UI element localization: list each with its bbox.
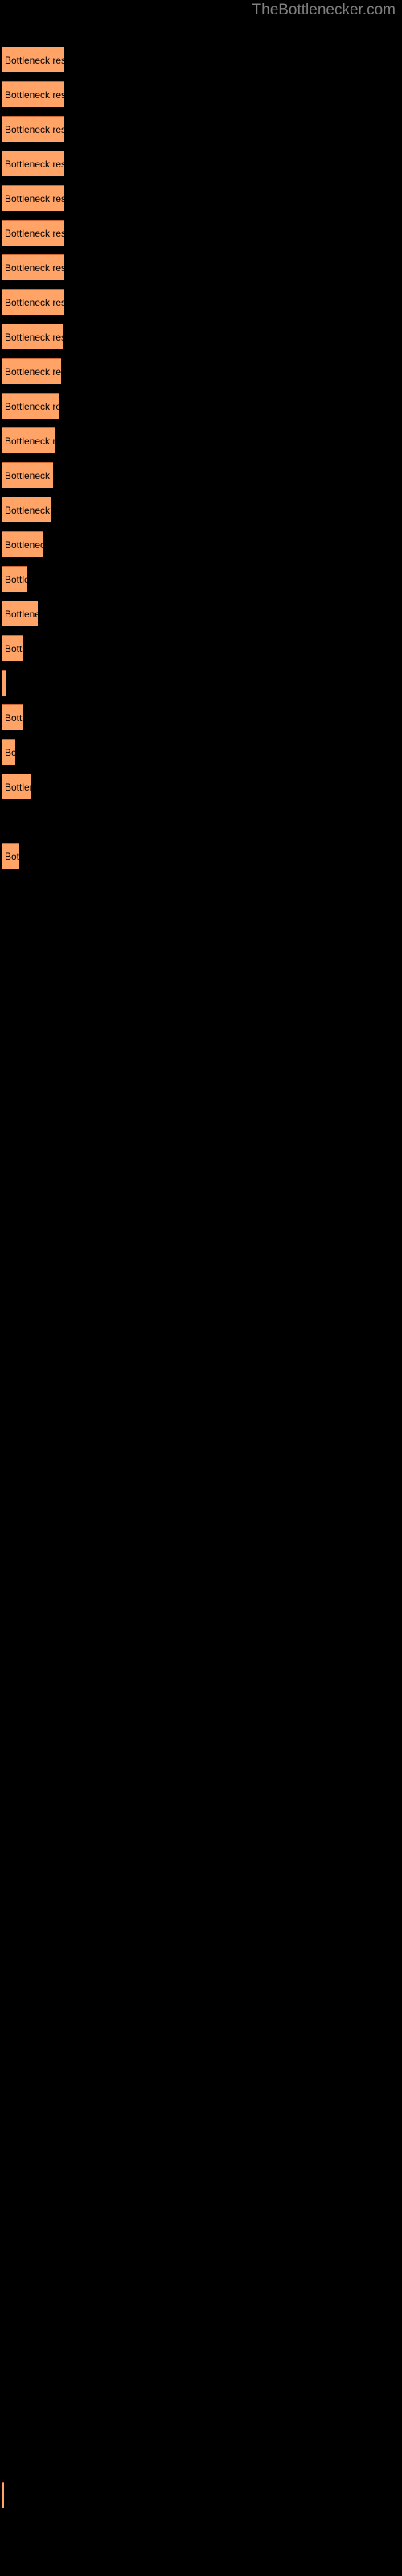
bar-label: Bottleneck result: [5, 227, 64, 239]
bottleneck-chart: TheBottlenecker.com Bottleneck result Bot…: [0, 0, 402, 2576]
bar-label: Bottleneck result: [5, 123, 64, 135]
bar-label: Bottleneck result: [5, 89, 64, 101]
bar-label: Bottleneck result: [5, 573, 27, 585]
bar-label: Bottleneck result: [5, 504, 51, 516]
bar-9[interactable]: Bottleneck result: [2, 324, 63, 349]
bar-25[interactable]: Bottleneck result: [2, 2482, 4, 2508]
bar-3[interactable]: Bottleneck result: [2, 116, 64, 142]
bar-5[interactable]: Bottleneck result: [2, 185, 64, 211]
bar-label: Bottleneck result: [5, 54, 64, 66]
bar-12[interactable]: Bottleneck result: [2, 427, 55, 453]
bar-11[interactable]: Bottleneck result: [2, 393, 59, 419]
bar-1[interactable]: Bottleneck result: [2, 47, 64, 72]
bar-label: Bottleneck result: [5, 539, 43, 551]
bar-label: Bottleneck result: [5, 158, 64, 170]
bar-label: Bottleneck result: [5, 608, 38, 620]
bar-4[interactable]: Bottleneck result: [2, 151, 64, 176]
bar-17[interactable]: Bottleneck result: [2, 601, 38, 626]
bar-label: Bottleneck result: [5, 781, 31, 793]
bar-label: Bottleneck result: [5, 296, 64, 308]
bar-label: Bottleneck result: [5, 192, 64, 204]
bar-14[interactable]: Bottleneck result: [2, 497, 51, 522]
bar-15[interactable]: Bottleneck result: [2, 531, 43, 557]
bar-10[interactable]: Bottleneck result: [2, 358, 61, 384]
bar-label: Bottleneck result: [5, 746, 15, 758]
bar-label: Bottleneck result: [5, 679, 6, 688]
bar-21[interactable]: Bottleneck result: [2, 739, 15, 765]
bar-20[interactable]: Bottleneck result: [2, 704, 23, 730]
bar-6[interactable]: Bottleneck result: [2, 220, 64, 246]
bar-label: Bottleneck result: [5, 365, 61, 378]
bar-7[interactable]: Bottleneck result: [2, 254, 64, 280]
bar-18[interactable]: Bottleneck result: [2, 635, 23, 661]
bar-22[interactable]: Bottleneck result: [2, 774, 31, 799]
bar-label: Bottleneck result: [5, 262, 64, 274]
bar-label: Bottleneck result: [5, 400, 59, 412]
bar-label: Bottleneck result: [5, 469, 53, 481]
site-title: TheBottlenecker.com: [252, 2, 396, 19]
bar-label: Bottleneck result: [5, 850, 19, 862]
bar-2[interactable]: Bottleneck result: [2, 81, 64, 107]
bar-label: Bottleneck result: [5, 435, 55, 447]
bar-label: Bottleneck result: [5, 642, 23, 654]
bar-24[interactable]: Bottleneck result: [2, 843, 19, 869]
bar-label: Bottleneck result: [5, 331, 63, 343]
bar-19[interactable]: Bottleneck result: [2, 670, 6, 696]
bar-13[interactable]: Bottleneck result: [2, 462, 53, 488]
bar-label: Bottleneck result: [5, 712, 23, 724]
bar-16[interactable]: Bottleneck result: [2, 566, 27, 592]
bar-8[interactable]: Bottleneck result: [2, 289, 64, 315]
